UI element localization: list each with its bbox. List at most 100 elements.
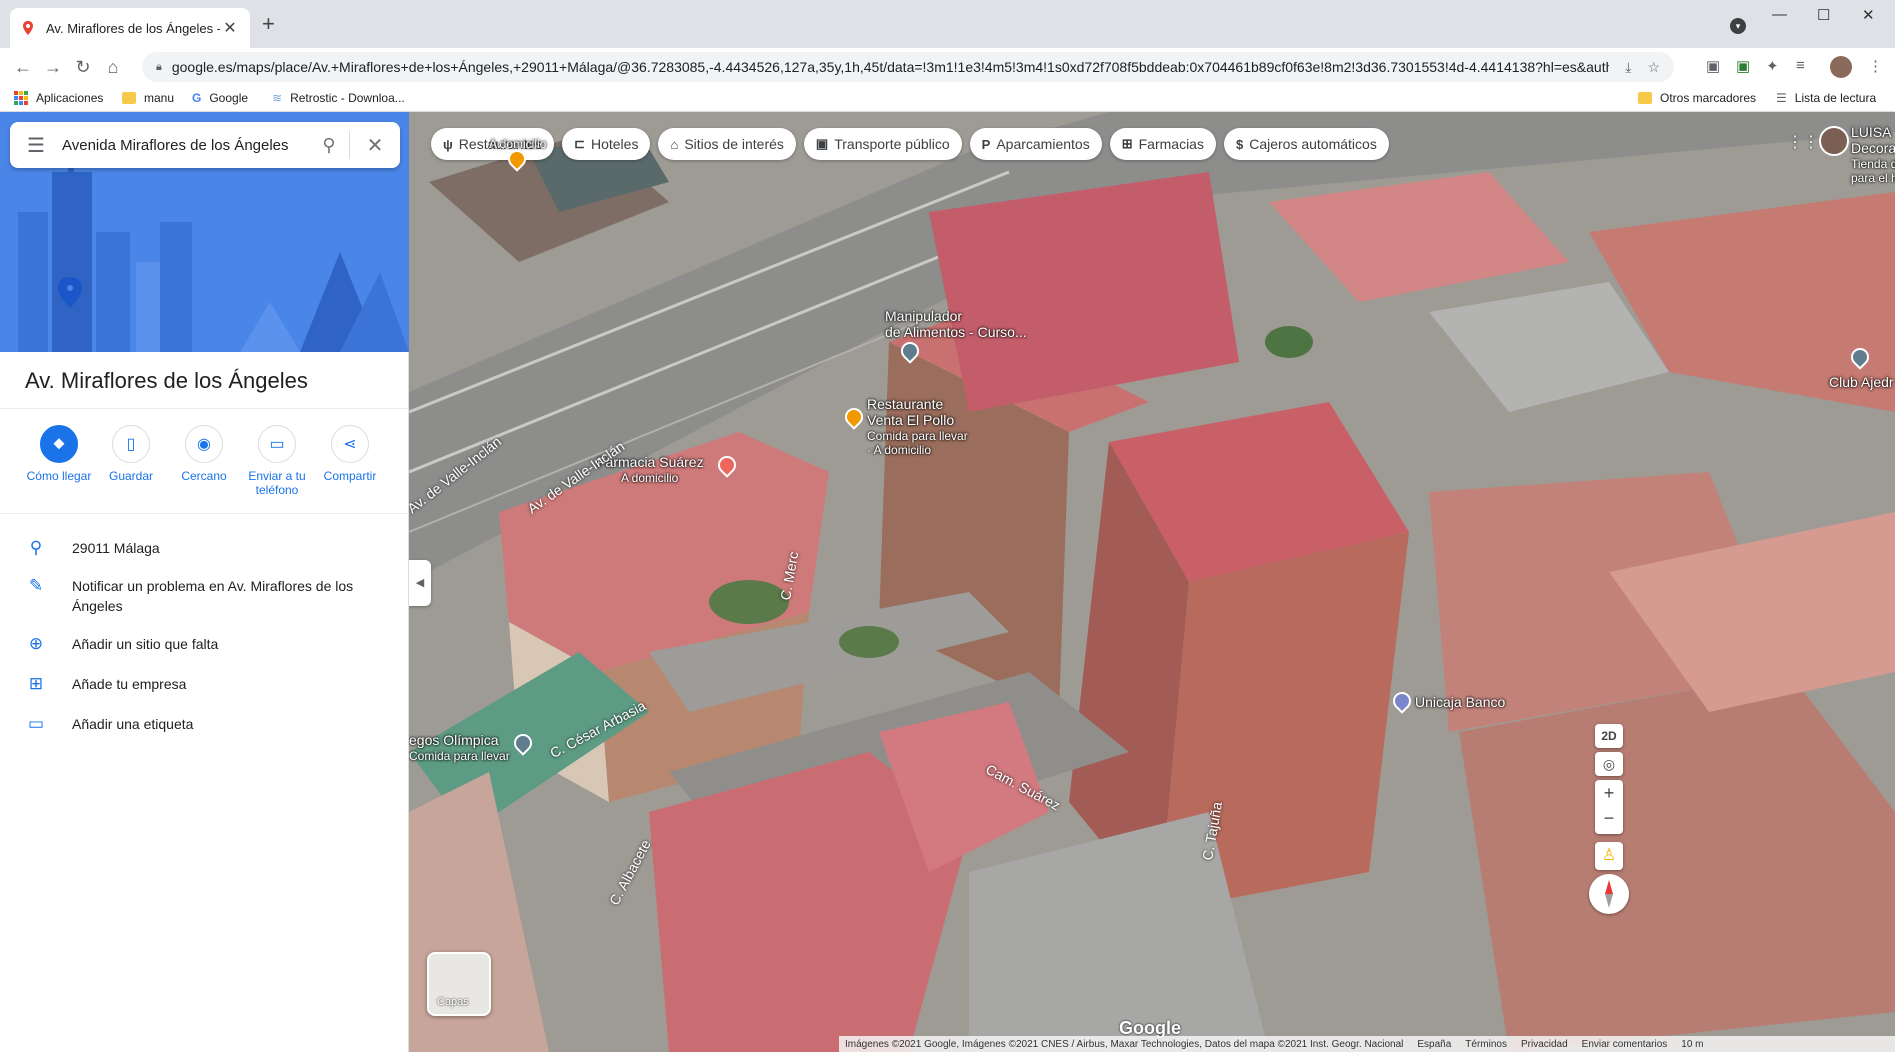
folder-icon: [1638, 92, 1652, 104]
account-avatar[interactable]: [1819, 126, 1849, 156]
info-add-place[interactable]: ⊕ Añadir un sitio que falta: [0, 634, 409, 654]
country-link[interactable]: España: [1417, 1039, 1451, 1050]
parking-icon: P: [981, 136, 991, 152]
pencil-icon: ✎: [28, 576, 44, 595]
info-address[interactable]: ⚲ 29011 Málaga: [0, 538, 409, 558]
reading-list[interactable]: ☰ Lista de lectura: [1776, 91, 1876, 105]
save-button[interactable]: ▯ Guardar: [94, 425, 168, 483]
clear-search-icon[interactable]: ✕: [350, 133, 400, 158]
privacy-link[interactable]: Privacidad: [1521, 1039, 1568, 1050]
hotel-icon: ⊏: [574, 136, 585, 151]
tab-search-icon[interactable]: ▾: [1730, 18, 1746, 34]
poi-luisa-line1[interactable]: LUISA: [1851, 124, 1891, 140]
place-panel: ☰ Avenida Miraflores de los Ángeles ⚲ ✕ …: [0, 112, 409, 1052]
2d-toggle-button[interactable]: 2D: [1595, 724, 1623, 748]
bookmark-google[interactable]: G Google: [192, 91, 248, 105]
back-icon[interactable]: ←: [8, 57, 38, 78]
extension-1-icon[interactable]: ▣: [1706, 57, 1720, 75]
collapse-panel-button[interactable]: ◀: [409, 560, 431, 606]
search-box[interactable]: ☰ Avenida Miraflores de los Ángeles ⚲ ✕: [10, 122, 400, 168]
chip-transit[interactable]: ▣ Transporte público: [803, 128, 962, 160]
search-icon[interactable]: ⚲: [309, 135, 349, 156]
street-view-pegman[interactable]: ♙: [1595, 842, 1623, 870]
chip-atms[interactable]: $ Cajeros automáticos: [1223, 128, 1389, 160]
minimize-icon[interactable]: —: [1772, 6, 1787, 23]
my-location-button[interactable]: ◎: [1595, 752, 1623, 776]
info-add-business[interactable]: ⊞ Añade tu empresa: [0, 674, 409, 694]
satellite-3d-view: [409, 112, 1895, 1052]
home-icon[interactable]: ⌂: [98, 57, 128, 78]
browser-tab[interactable]: Av. Miraflores de los Ángeles - G ✕: [10, 8, 250, 48]
bookmark-retrostic[interactable]: ≋ Retrostic - Downloa...: [272, 91, 405, 105]
scale-label[interactable]: 10 m: [1681, 1039, 1703, 1050]
media-control-icon[interactable]: ≡: [1796, 57, 1805, 74]
location-pin-icon: ⚲: [29, 538, 43, 557]
bookmark-icon: ▯: [112, 425, 150, 463]
profile-avatar[interactable]: [1830, 56, 1852, 78]
zoom-in-button[interactable]: +: [1595, 780, 1623, 807]
search-input[interactable]: Avenida Miraflores de los Ángeles: [62, 137, 309, 154]
attribution-text: Imágenes ©2021 Google, Imágenes ©2021 CN…: [845, 1038, 1404, 1050]
info-report-problem[interactable]: ✎ Notificar un problema en Av. Miraflore…: [0, 576, 409, 616]
directions-button[interactable]: ⬥ Cómo llegar: [22, 425, 96, 483]
browser-tab-bar: Av. Miraflores de los Ángeles - G ✕ + ▾ …: [0, 0, 1895, 48]
atm-icon: $: [1235, 136, 1244, 152]
poi-restaurante-line1[interactable]: Restaurante: [867, 396, 943, 412]
place-title: Av. Miraflores de los Ángeles: [25, 368, 308, 393]
reload-icon[interactable]: ↻: [68, 57, 98, 78]
bookmarks-bar: Aplicaciones manu G Google ≋ Retrostic -…: [0, 86, 1895, 112]
zoom-out-button[interactable]: −: [1595, 807, 1623, 834]
nearby-button[interactable]: ◉ Cercano: [167, 425, 241, 483]
bookmark-other[interactable]: Otros marcadores: [1638, 91, 1756, 105]
poi-restaurante-line2[interactable]: Venta El Pollo: [867, 412, 954, 428]
bookmark-manu[interactable]: manu: [122, 91, 174, 105]
send-to-phone-button[interactable]: ▭ Enviar a tu teléfono: [240, 425, 314, 497]
poi-manipulador-line1[interactable]: Manipulador: [885, 308, 962, 324]
forward-icon[interactable]: →: [38, 57, 68, 78]
poi-club[interactable]: Club Ajedr: [1829, 374, 1894, 390]
share-button[interactable]: ⋖ Compartir: [313, 425, 387, 483]
poi-restaurante-sub2: · A domicilio: [867, 443, 932, 457]
poi-luisa-line2[interactable]: Decora: [1851, 140, 1895, 156]
lock-icon[interactable]: 🔒︎: [156, 61, 162, 74]
chip-parking[interactable]: P Aparcamientos: [969, 128, 1102, 160]
bookmark-apps[interactable]: Aplicaciones: [14, 91, 103, 105]
feedback-link[interactable]: Enviar comentarios: [1582, 1039, 1668, 1050]
menu-icon[interactable]: ☰: [10, 133, 62, 158]
layers-button[interactable]: Capas: [427, 952, 491, 1016]
tab-close-icon[interactable]: ✕: [220, 18, 240, 38]
map-canvas[interactable]: ψ Restaurantes ⊏ Hoteles ⌂ Sitios de int…: [409, 112, 1895, 1052]
address-bar[interactable]: 🔒︎ google.es/maps/place/Av.+Miraflores+d…: [142, 52, 1674, 82]
window-close-icon[interactable]: ✕: [1862, 6, 1875, 24]
poi-juegos-line1[interactable]: egos Olímpica: [409, 732, 498, 748]
install-icon[interactable]: ⤓: [1625, 59, 1631, 76]
action-buttons: ⬥ Cómo llegar ▯ Guardar ◉ Cercano ▭ Envi…: [0, 408, 409, 514]
add-business-icon: ⊞: [28, 674, 44, 693]
label-icon: ▭: [27, 714, 45, 733]
google-icon: G: [192, 91, 202, 105]
url-text: google.es/maps/place/Av.+Miraflores+de+l…: [171, 59, 1610, 75]
compass-control[interactable]: [1589, 874, 1629, 914]
poi-manipulador-line2[interactable]: de Alimentos - Curso...: [885, 324, 1027, 340]
pharmacy-icon: ⊞: [1121, 136, 1133, 151]
chip-pharmacies[interactable]: ⊞ Farmacias: [1109, 128, 1216, 160]
extensions-puzzle-icon[interactable]: ✦: [1766, 57, 1779, 75]
pegman-icon: ♙: [1601, 847, 1617, 864]
reading-list-icon: ☰: [1776, 91, 1787, 105]
bookmark-star-icon[interactable]: ☆: [1647, 59, 1660, 76]
my-location-icon: ◎: [1602, 756, 1616, 772]
chip-hotels[interactable]: ⊏ Hoteles: [562, 128, 651, 160]
directions-icon: ⬥: [40, 425, 78, 463]
retrostic-icon: ≋: [272, 91, 283, 105]
poi-unicaja[interactable]: Unicaja Banco: [1415, 694, 1505, 710]
chrome-menu-icon[interactable]: ⋮: [1868, 57, 1883, 75]
maximize-icon[interactable]: ☐: [1817, 6, 1830, 24]
chip-attractions[interactable]: ⌂ Sitios de interés: [658, 128, 796, 160]
tab-title: Av. Miraflores de los Ángeles - G: [46, 20, 220, 36]
add-place-icon: ⊕: [28, 634, 44, 653]
poi-luisa-line4: para el h: [1851, 171, 1895, 185]
terms-link[interactable]: Términos: [1465, 1039, 1507, 1050]
extension-2-icon[interactable]: ▣: [1736, 57, 1750, 75]
info-add-label[interactable]: ▭ Añadir una etiqueta: [0, 714, 409, 734]
new-tab-icon[interactable]: +: [262, 13, 275, 35]
